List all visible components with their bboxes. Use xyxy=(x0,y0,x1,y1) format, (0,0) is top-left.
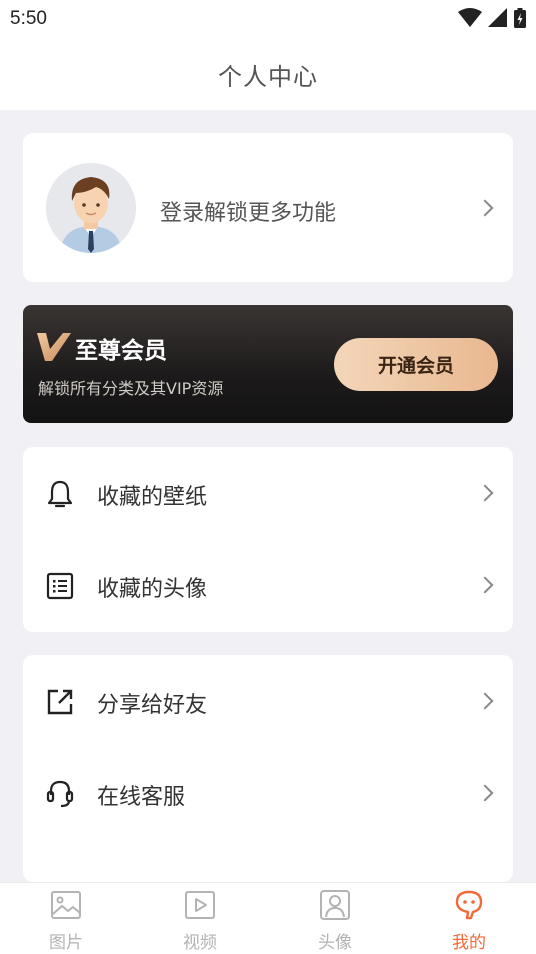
vip-banner[interactable]: 至尊会员 解锁所有分类及其VIP资源 开通会员 xyxy=(23,305,513,423)
chevron-right-icon xyxy=(476,576,494,594)
tab-videos[interactable]: 视频 xyxy=(160,883,240,954)
bottom-tab-bar: 图片 视频 头像 我的 xyxy=(0,882,536,954)
status-time: 5:50 xyxy=(10,8,47,29)
video-icon xyxy=(185,891,215,919)
menu-label: 分享给好友 xyxy=(97,693,208,718)
person-icon xyxy=(320,890,350,920)
favorites-card: 收藏的壁纸 收藏的头像 xyxy=(23,447,513,632)
tab-label: 头像 xyxy=(318,933,352,953)
list-icon xyxy=(46,572,74,600)
status-icons xyxy=(458,8,526,28)
chevron-right-icon xyxy=(476,484,494,502)
vip-title: 至尊会员 xyxy=(75,338,167,364)
headset-icon xyxy=(46,780,74,808)
menu-label: 在线客服 xyxy=(97,785,186,810)
tab-avatars[interactable]: 头像 xyxy=(295,883,375,954)
menu-item-share[interactable]: 分享给好友 xyxy=(23,671,513,731)
open-vip-button[interactable]: 开通会员 xyxy=(334,338,498,391)
chevron-right-icon xyxy=(476,692,494,710)
login-prompt: 登录解锁更多功能 xyxy=(160,201,337,226)
share-icon xyxy=(47,689,73,715)
tab-label: 我的 xyxy=(452,933,486,953)
chevron-right-icon xyxy=(476,199,494,217)
tab-mine[interactable]: 我的 xyxy=(429,883,509,954)
mine-icon xyxy=(455,890,483,920)
login-card[interactable]: 登录解锁更多功能 xyxy=(23,133,513,282)
bell-icon xyxy=(47,480,73,508)
avatar[interactable] xyxy=(46,163,136,253)
page-title: 个人中心 xyxy=(218,62,318,91)
menu-item-customer-service[interactable]: 在线客服 xyxy=(23,763,513,823)
menu-item-favorite-wallpapers[interactable]: 收藏的壁纸 xyxy=(23,463,513,523)
image-icon xyxy=(51,891,81,919)
chevron-right-icon xyxy=(476,784,494,802)
avatar-illustration-icon xyxy=(46,163,136,253)
vip-logo-icon xyxy=(37,333,71,361)
menu-item-favorite-avatars[interactable]: 收藏的头像 xyxy=(23,555,513,615)
tab-images[interactable]: 图片 xyxy=(26,883,106,954)
battery-icon xyxy=(514,8,526,28)
signal-icon xyxy=(488,8,507,27)
menu-label: 收藏的壁纸 xyxy=(97,485,208,510)
tab-label: 图片 xyxy=(49,933,83,953)
tab-label: 视频 xyxy=(183,933,217,953)
vip-subtitle: 解锁所有分类及其VIP资源 xyxy=(38,379,224,398)
wifi-icon xyxy=(458,8,482,27)
menu-label: 收藏的头像 xyxy=(97,577,208,602)
service-card: 分享给好友 在线客服 xyxy=(23,655,513,882)
status-bar: 5:50 xyxy=(0,0,536,38)
header: 个人中心 xyxy=(0,38,536,110)
